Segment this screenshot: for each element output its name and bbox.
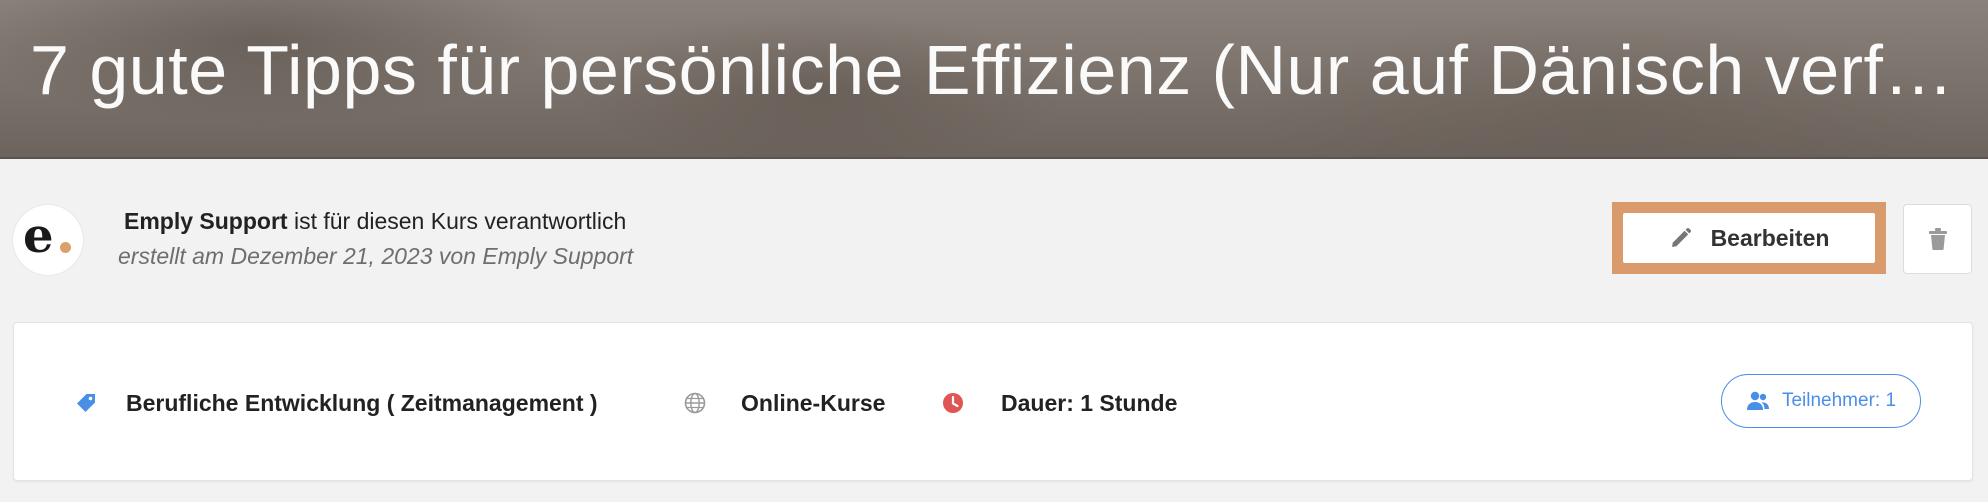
delete-button[interactable] xyxy=(1903,204,1972,274)
course-details-card: Berufliche Entwicklung ( Zeitmanagement … xyxy=(13,322,1973,481)
owner-avatar: e xyxy=(13,205,83,275)
participants-button[interactable]: Teilnehmer: 1 xyxy=(1721,374,1921,428)
owner-responsibility-text: ist für diesen Kurs verantwortlich xyxy=(293,208,627,234)
owner-name: Emply Support xyxy=(124,208,288,234)
trash-icon xyxy=(1927,227,1949,251)
users-icon xyxy=(1746,390,1770,412)
format-text: Online-Kurse xyxy=(741,389,886,416)
pencil-icon xyxy=(1669,226,1693,250)
tag-icon xyxy=(73,390,99,416)
globe-icon xyxy=(683,391,707,415)
duration-text: Dauer: 1 Stunde xyxy=(1001,389,1178,416)
avatar-letter: e xyxy=(23,208,54,264)
edit-button[interactable]: Bearbeiten xyxy=(1623,213,1875,263)
clock-icon xyxy=(941,391,965,415)
avatar-dot xyxy=(60,242,71,253)
category-info: Berufliche Entwicklung ( Zeitmanagement … xyxy=(73,385,598,421)
course-hero-banner: 7 gute Tipps für persönliche Effizienz (… xyxy=(0,0,1988,159)
course-title: 7 gute Tipps für persönliche Effizienz (… xyxy=(30,31,1970,109)
owner-responsibility-line: Emply Support ist für diesen Kurs verant… xyxy=(124,206,626,236)
duration-info: Dauer: 1 Stunde xyxy=(941,385,1177,421)
created-info: erstellt am Dezember 21, 2023 von Emply … xyxy=(118,243,634,269)
participants-label: Teilnehmer: 1 xyxy=(1781,390,1897,411)
edit-button-label: Bearbeiten xyxy=(1710,224,1830,251)
category-text: Berufliche Entwicklung ( Zeitmanagement … xyxy=(126,389,598,416)
format-info: Online-Kurse xyxy=(683,385,885,421)
